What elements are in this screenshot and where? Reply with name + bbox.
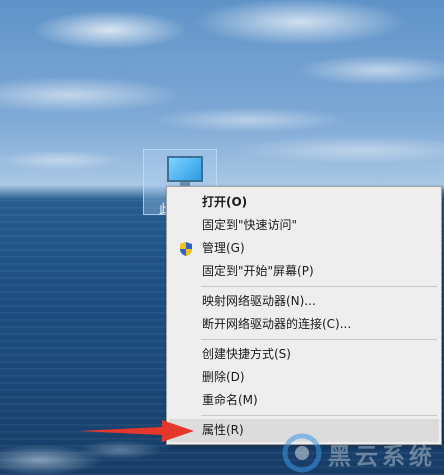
menu-item-disconnect-network-drive[interactable]: 断开网络驱动器的连接(C)...: [169, 313, 439, 336]
menu-item-label: 管理(G): [202, 241, 245, 255]
red-pointer-arrow-icon: [78, 420, 194, 442]
menu-separator: [201, 415, 437, 416]
menu-item-map-network-drive[interactable]: 映射网络驱动器(N)...: [169, 290, 439, 313]
menu-item-delete[interactable]: 删除(D): [169, 366, 439, 389]
menu-item-manage[interactable]: 管理(G): [169, 237, 439, 260]
menu-item-open[interactable]: 打开(O): [169, 191, 439, 214]
menu-item-label: 打开(O): [202, 195, 248, 209]
menu-item-label: 固定到"快速访问": [202, 218, 298, 232]
menu-item-rename[interactable]: 重命名(M): [169, 389, 439, 412]
watermark-text: 黑云系统: [328, 444, 436, 470]
monitor-icon: [167, 156, 203, 182]
menu-item-label: 创建快捷方式(S): [202, 347, 291, 361]
menu-item-label: 固定到"开始"屏幕(P): [202, 264, 314, 278]
menu-item-label: 断开网络驱动器的连接(C)...: [202, 317, 352, 331]
menu-item-create-shortcut[interactable]: 创建快捷方式(S): [169, 343, 439, 366]
menu-item-label: 映射网络驱动器(N)...: [202, 294, 316, 308]
watermark-logo-icon: [282, 433, 322, 473]
menu-item-label: 删除(D): [202, 370, 245, 384]
context-menu: 打开(O) 固定到"快速访问" 管理(G) 固定到"开始"屏幕(P) 映射网络驱…: [166, 186, 442, 445]
menu-item-label: 重命名(M): [202, 393, 258, 407]
menu-item-label: 属性(R): [202, 423, 244, 437]
menu-separator: [201, 339, 437, 340]
watermark: 黑云系统: [282, 431, 444, 475]
menu-item-pin-start[interactable]: 固定到"开始"屏幕(P): [169, 260, 439, 283]
shield-icon: [180, 242, 192, 256]
menu-separator: [201, 286, 437, 287]
menu-item-pin-quick-access[interactable]: 固定到"快速访问": [169, 214, 439, 237]
